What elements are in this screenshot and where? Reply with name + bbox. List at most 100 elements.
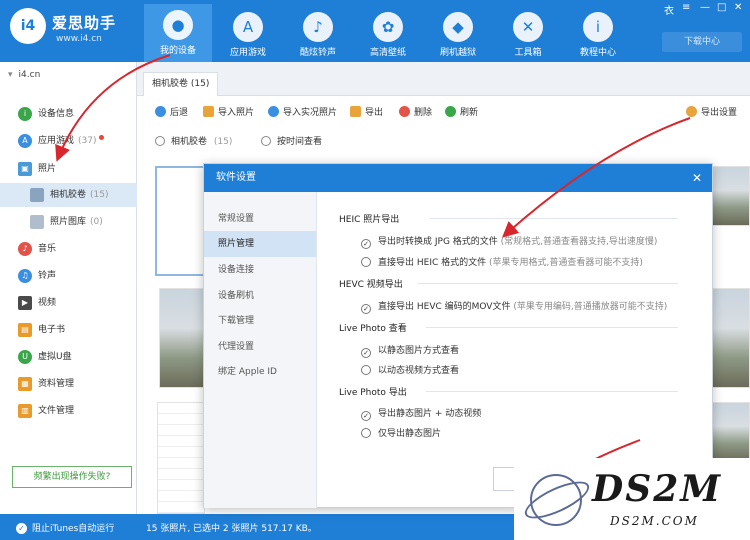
option-label: 以静态图片方式查看 xyxy=(378,346,460,356)
minimize-icon[interactable]: — xyxy=(700,2,710,13)
nav-label: 教程中心 xyxy=(579,48,616,58)
export-button[interactable]: 导出 xyxy=(350,105,383,118)
dialog-title: 软件设置 xyxy=(216,172,256,183)
filter-camera-roll[interactable]: 相机胶卷 (15) xyxy=(155,134,232,147)
option-export-heic[interactable]: 直接导出 HEIC 格式的文件 (苹果专用格式,普通查看器可能不支持) xyxy=(361,255,643,268)
option-label: 直接导出 HEIC 格式的文件 xyxy=(378,258,487,268)
skin-icon[interactable]: 衣 xyxy=(664,2,674,17)
import-live-photos-button[interactable]: 导入实况照片 xyxy=(268,105,337,118)
dialog-nav-device-flash[interactable]: 设备刷机 xyxy=(204,283,316,309)
delete-icon xyxy=(399,106,410,117)
import-photos-button[interactable]: 导入照片 xyxy=(203,105,254,118)
photo-thumbnail[interactable] xyxy=(710,402,750,462)
photo-thumbnail[interactable] xyxy=(710,166,750,226)
delete-button[interactable]: 删除 xyxy=(399,105,432,118)
dialog-nav-download[interactable]: 下载管理 xyxy=(204,308,316,334)
maximize-icon[interactable]: □ xyxy=(717,2,726,13)
app-store-icon: A xyxy=(233,12,263,42)
filter-by-time[interactable]: 按时间查看 xyxy=(261,134,322,147)
dialog-nav-general[interactable]: 常规设置 xyxy=(204,206,316,232)
option-label: 以动态视频方式查看 xyxy=(378,366,460,376)
option-export-both[interactable]: ✓ 导出静态图片 + 动态视频 xyxy=(361,406,481,421)
box-icon: ◆ xyxy=(443,12,473,42)
option-hint: (苹果专用格式,普通查看器可能不支持) xyxy=(489,258,643,268)
nav-tutorials[interactable]: i 教程中心 xyxy=(564,6,632,62)
back-button[interactable]: 后退 xyxy=(155,105,188,118)
tools-icon: ✕ xyxy=(513,12,543,42)
sidebar-item-ringtones[interactable]: ♫ 铃声 xyxy=(0,264,137,288)
video-icon: ▶ xyxy=(18,295,32,310)
device-header[interactable]: ▾ i4.cn xyxy=(0,70,137,90)
app-store-icon: A xyxy=(18,133,32,148)
dialog-nav-photo-management[interactable]: 照片管理 xyxy=(204,231,316,257)
top-bar: i4 爱思助手 www.i4.cn ● 我的设备 A 应用游戏 ♪ 酷炫铃声 ✿… xyxy=(0,0,750,62)
export-label: 导出 xyxy=(365,108,384,118)
export-settings-button[interactable]: 导出设置 xyxy=(686,105,737,118)
sidebar-item-label: 铃声 xyxy=(38,271,57,281)
sidebar-item-apps[interactable]: A 应用游戏 (37) xyxy=(0,129,137,153)
radio-icon xyxy=(361,428,371,438)
close-icon[interactable]: ✕ xyxy=(734,2,742,13)
nav-ringtones[interactable]: ♪ 酷炫铃声 xyxy=(284,6,352,62)
sidebar-item-camera-roll[interactable]: 相机胶卷 (15) xyxy=(0,183,137,207)
app-url: www.i4.cn xyxy=(56,34,102,44)
nav-my-device[interactable]: ● 我的设备 xyxy=(144,4,212,62)
sidebar-item-file-management[interactable]: ▥ 文件管理 xyxy=(0,399,137,423)
dialog-nav-apple-id[interactable]: 绑定 Apple ID xyxy=(204,359,316,385)
tab-bar: 相机胶卷 (15) xyxy=(137,62,750,96)
radio-icon xyxy=(155,136,165,146)
option-view-static[interactable]: ✓ 以静态图片方式查看 xyxy=(361,343,459,358)
nav-label: 我的设备 xyxy=(159,46,196,56)
dialog-nav-proxy[interactable]: 代理设置 xyxy=(204,334,316,360)
option-export-hevc[interactable]: ✓ 直接导出 HEVC 编码的MOV文件 (苹果专用编码,普通播放器可能不支持) xyxy=(361,299,667,314)
tab-camera-roll[interactable]: 相机胶卷 (15) xyxy=(143,72,219,96)
collapse-icon: ▾ xyxy=(8,70,13,80)
sidebar-item-photo-library[interactable]: 照片图库 (0) xyxy=(0,210,137,234)
sidebar-item-label: 电子书 xyxy=(38,325,66,335)
dialog-nav: 常规设置 照片管理 设备连接 设备刷机 下载管理 代理设置 绑定 Apple I… xyxy=(204,192,317,508)
menu-icon[interactable]: ≡ xyxy=(682,2,690,13)
sidebar-item-photos[interactable]: ▣ 照片 xyxy=(0,157,137,181)
refresh-button[interactable]: 刷新 xyxy=(445,105,478,118)
option-view-video[interactable]: 以动态视频方式查看 xyxy=(361,363,459,376)
section-live-photo-export: Live Photo 导出 xyxy=(339,388,407,398)
import-label: 导入照片 xyxy=(218,108,255,118)
close-icon[interactable]: ✕ xyxy=(692,164,702,192)
usb-icon: U xyxy=(18,349,32,364)
nav-wallpapers[interactable]: ✿ 高清壁纸 xyxy=(354,6,422,62)
sidebar-item-label: 文件管理 xyxy=(38,406,75,416)
section-divider xyxy=(426,391,678,392)
photo-thumbnail[interactable] xyxy=(710,288,750,388)
nav-flash-jailbreak[interactable]: ◆ 刷机越狱 xyxy=(424,6,492,62)
dialog-nav-device-connection[interactable]: 设备连接 xyxy=(204,257,316,283)
sidebar-item-music[interactable]: ♪ 音乐 xyxy=(0,237,137,261)
block-itunes-toggle[interactable]: ✓ 阻止iTunes自动运行 xyxy=(16,521,114,534)
device-name: i4.cn xyxy=(18,70,41,80)
filter-count: (15) xyxy=(213,137,233,147)
option-convert-jpg[interactable]: ✓ 导出时转换成 JPG 格式的文件 (常规格式,普通查看器支持,导出速度慢) xyxy=(361,234,657,249)
download-center-button[interactable]: 下载中心 xyxy=(662,32,742,52)
sidebar-item-virtual-udisk[interactable]: U 虚拟U盘 xyxy=(0,345,137,369)
section-divider xyxy=(426,327,678,328)
export-settings-label: 导出设置 xyxy=(701,108,738,118)
check-circle-icon: ✓ xyxy=(16,523,27,534)
bell-icon: ♫ xyxy=(18,268,32,283)
toolbar: 后退 导入照片 导入实况照片 导出 删除 刷新 导出设置 xyxy=(137,96,750,128)
frequent-failure-button[interactable]: 频繁出现操作失败? xyxy=(12,466,132,488)
back-label: 后退 xyxy=(170,108,189,118)
section-live-photo-view: Live Photo 查看 xyxy=(339,324,407,334)
nav-label: 高清壁纸 xyxy=(369,48,406,58)
nav-apps-games[interactable]: A 应用游戏 xyxy=(214,6,282,62)
sidebar-item-data-management[interactable]: ▦ 资料管理 xyxy=(0,372,137,396)
option-export-static-only[interactable]: 仅导出静态图片 xyxy=(361,426,441,439)
sidebar-item-label: 照片图库 xyxy=(50,217,87,227)
radio-checked-icon: ✓ xyxy=(361,239,371,249)
nav-toolbox[interactable]: ✕ 工具箱 xyxy=(494,6,562,62)
photo-thumbnail[interactable] xyxy=(159,288,209,388)
sidebar-item-label: 资料管理 xyxy=(38,379,75,389)
photo-thumbnail[interactable] xyxy=(157,402,205,514)
sidebar-item-device-info[interactable]: i 设备信息 xyxy=(0,102,137,126)
sidebar-item-videos[interactable]: ▶ 视频 xyxy=(0,291,137,315)
sidebar-item-ebooks[interactable]: ▤ 电子书 xyxy=(0,318,137,342)
radio-checked-icon: ✓ xyxy=(361,348,371,358)
